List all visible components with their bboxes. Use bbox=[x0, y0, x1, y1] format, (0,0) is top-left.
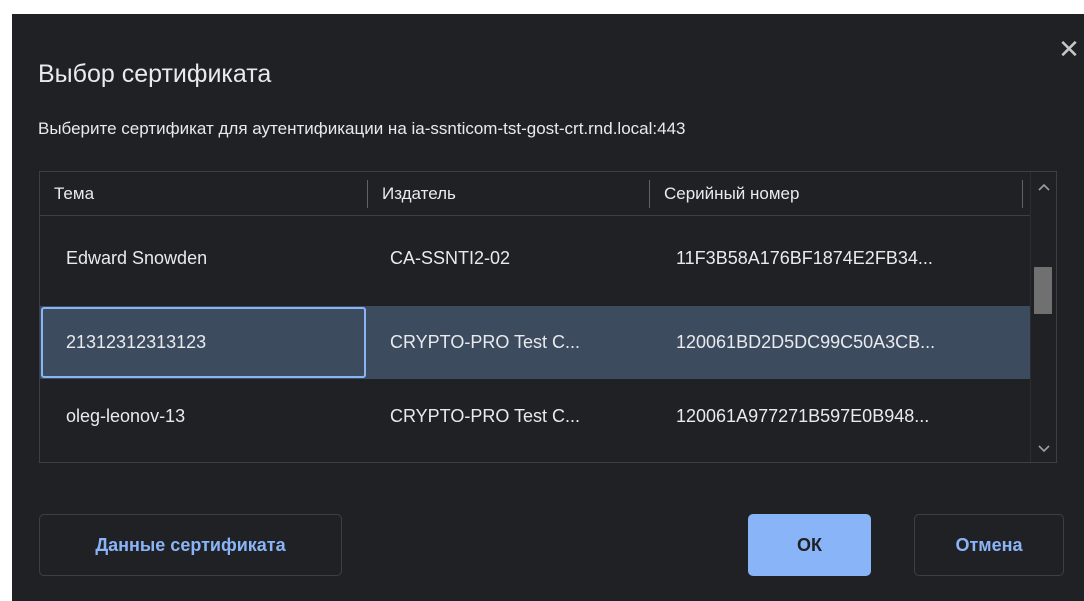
dialog-title: Выбор сертификата bbox=[38, 60, 272, 88]
column-header-serial[interactable]: Серийный номер bbox=[650, 172, 1022, 215]
cell-issuer: CRYPTO-PRO Test C... bbox=[390, 332, 581, 352]
chevron-up-icon[interactable] bbox=[1037, 183, 1050, 191]
column-header-subject[interactable]: Тема bbox=[40, 172, 367, 215]
scroll-down-button[interactable] bbox=[1031, 436, 1056, 462]
close-icon[interactable]: ✕ bbox=[1058, 36, 1080, 62]
table-row[interactable]: oleg-leonov-13 CRYPTO-PRO Test C... 1200… bbox=[40, 386, 1030, 446]
close-button[interactable]: ✕ bbox=[1054, 34, 1084, 64]
table-row[interactable]: Edward Snowden CA-SSNTI2-02 11F3B58A176B… bbox=[40, 228, 1030, 288]
chevron-down-icon[interactable] bbox=[1037, 445, 1050, 453]
ok-button[interactable]: ОК bbox=[748, 514, 871, 576]
scroll-thumb[interactable] bbox=[1034, 267, 1052, 314]
cancel-button[interactable]: Отмена bbox=[914, 514, 1064, 576]
cell-issuer: CA-SSNTI2-02 bbox=[390, 247, 511, 268]
table-header: Тема Издатель Серийный номер bbox=[40, 172, 1030, 216]
cell-serial: 120061BD2D5DC99C50A3CB... bbox=[676, 332, 936, 352]
cell-serial: 120061A977271B597E0B948... bbox=[676, 405, 930, 426]
cell-subject: Edward Snowden bbox=[66, 247, 208, 268]
dialog-subtitle: Выберите сертификат для аутентификации н… bbox=[38, 119, 686, 138]
certificate-table: Тема Издатель Серийный номер Edward Snow… bbox=[39, 171, 1057, 463]
column-divider[interactable] bbox=[1022, 180, 1023, 208]
cell-serial: 11F3B58A176BF1874E2FB34... bbox=[676, 247, 933, 268]
certificate-dialog: ✕ Выбор сертификата Выберите сертификат … bbox=[12, 14, 1084, 601]
scroll-up-button[interactable] bbox=[1031, 174, 1056, 200]
column-header-issuer[interactable]: Издатель bbox=[368, 172, 649, 215]
cell-issuer: CRYPTO-PRO Test C... bbox=[390, 405, 581, 426]
certificate-details-button[interactable]: Данные сертификата bbox=[39, 514, 342, 576]
vertical-scrollbar[interactable] bbox=[1030, 172, 1056, 462]
cell-subject: 21312312313123 bbox=[66, 332, 207, 352]
cell-subject: oleg-leonov-13 bbox=[66, 405, 186, 426]
table-row-selected[interactable]: 21312312313123 CRYPTO-PRO Test C... 1200… bbox=[40, 306, 1030, 379]
